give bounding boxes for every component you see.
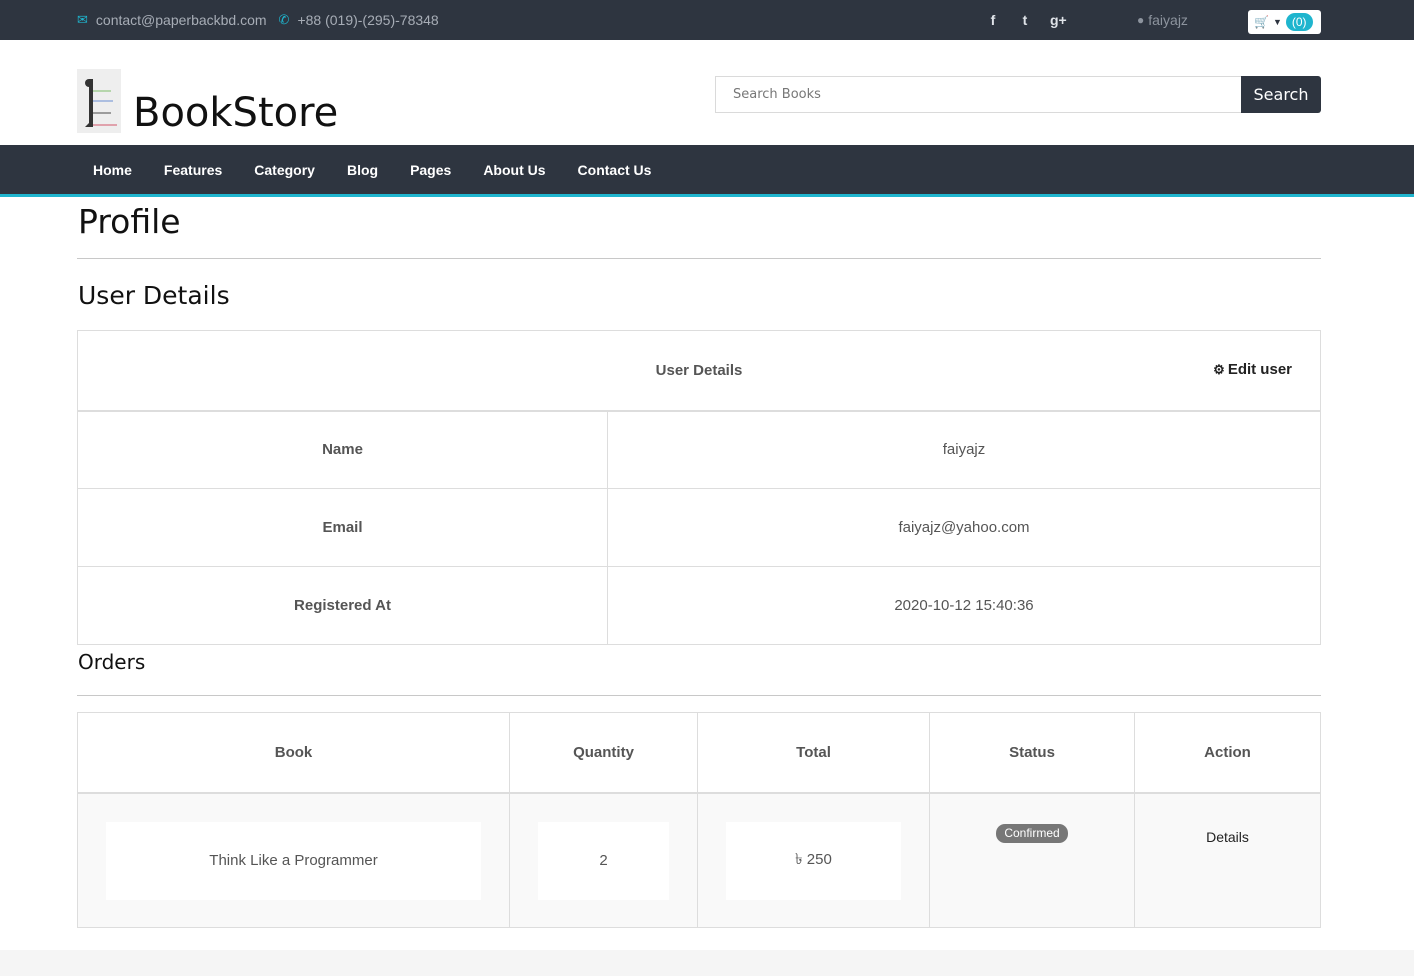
column-header-quantity: Quantity: [509, 712, 698, 794]
page-title: Profile: [78, 202, 181, 241]
table-row: Registered At 2020-10-12 15:40:36: [77, 566, 1321, 645]
gears-icon: ⚙: [1213, 362, 1225, 377]
order-status-cell: Confirmed: [929, 792, 1135, 928]
nav-item-category[interactable]: Category: [238, 162, 331, 178]
shopping-cart-icon: 🛒: [1254, 15, 1269, 29]
nav-item-pages[interactable]: Pages: [394, 162, 467, 178]
nav-item-home[interactable]: Home: [77, 162, 148, 178]
column-header-book: Book: [77, 712, 510, 794]
order-action-cell: Details: [1134, 792, 1321, 928]
user-details-table: User Details ⚙ Edit user Name faiyajz Ema…: [77, 330, 1321, 645]
column-header-status: Status: [929, 712, 1135, 794]
divider: [77, 695, 1321, 696]
order-quantity: 2: [538, 821, 669, 900]
top-bar: ✉ contact@paperbackbd.com ✆ +88 (019)-(2…: [0, 0, 1414, 40]
nav-item-about-us[interactable]: About Us: [467, 162, 561, 178]
order-total-cell: ৳ 250: [697, 792, 930, 928]
section-title: User Details: [78, 281, 230, 310]
phone-icon: ✆: [278, 12, 290, 27]
contact-email[interactable]: contact@paperbackbd.com: [96, 12, 267, 28]
edit-user-link[interactable]: ⚙ Edit user: [1213, 361, 1292, 378]
order-quantity-cell: 2: [509, 792, 698, 928]
footer: [0, 950, 1414, 976]
envelope-icon: ✉: [77, 12, 88, 27]
row-label-registered-at: Registered At: [77, 566, 608, 645]
column-header-action: Action: [1134, 712, 1321, 794]
column-header-total: Total: [697, 712, 930, 794]
row-label-email: Email: [77, 488, 608, 567]
twitter-icon[interactable]: t: [1018, 12, 1032, 28]
contact-phone[interactable]: +88 (019)-(295)-78348: [297, 12, 438, 28]
edit-user-label: Edit user: [1227, 361, 1292, 378]
row-value-registered-at: 2020-10-12 15:40:36: [607, 566, 1321, 645]
main-nav: Home Features Category Blog Pages About …: [0, 145, 1414, 197]
orders-title: Orders: [78, 650, 146, 674]
user-menu[interactable]: ● faiyajz: [1137, 0, 1188, 40]
nav-item-contact-us[interactable]: Contact Us: [562, 162, 668, 178]
logo[interactable]: [77, 69, 121, 133]
row-value-name: faiyajz: [607, 410, 1321, 489]
orders-table: Book Quantity Total Status Action Think …: [77, 712, 1321, 928]
row-value-email: faiyajz@yahoo.com: [607, 488, 1321, 567]
social-links: f t g+: [986, 0, 1067, 40]
divider: [77, 258, 1321, 259]
brand-name[interactable]: BookStore: [133, 88, 338, 138]
user-icon: ●: [1137, 13, 1145, 27]
facebook-icon[interactable]: f: [986, 12, 1000, 28]
chevron-down-icon: ▼: [1272, 17, 1282, 27]
table-row: Email faiyajz@yahoo.com: [77, 488, 1321, 567]
google-plus-icon[interactable]: g+: [1050, 12, 1067, 28]
order-book-cell: Think Like a Programmer: [77, 792, 510, 928]
nav-item-features[interactable]: Features: [148, 162, 238, 178]
nav-item-blog[interactable]: Blog: [331, 162, 394, 178]
table-row: Think Like a Programmer 2 ৳ 250 Confirme…: [77, 792, 1321, 928]
cart-count-badge: (0): [1285, 13, 1313, 31]
username[interactable]: faiyajz: [1148, 12, 1188, 28]
search-input[interactable]: [715, 76, 1241, 113]
search-button[interactable]: Search: [1241, 76, 1321, 113]
order-details-link[interactable]: Details: [1206, 829, 1249, 845]
table-row: Name faiyajz: [77, 410, 1321, 489]
search-bar: Search: [715, 76, 1321, 113]
user-details-header: User Details ⚙ Edit user: [77, 330, 1321, 412]
cart-button[interactable]: 🛒 ▼ (0): [1248, 10, 1321, 34]
order-total: ৳ 250: [726, 821, 901, 900]
contact-info: ✉ contact@paperbackbd.com ✆ +88 (019)-(2…: [77, 0, 439, 40]
user-details-header-label: User Details: [655, 361, 743, 379]
order-book-name: Think Like a Programmer: [106, 821, 481, 900]
status-badge: Confirmed: [996, 823, 1068, 843]
row-label-name: Name: [77, 410, 608, 489]
